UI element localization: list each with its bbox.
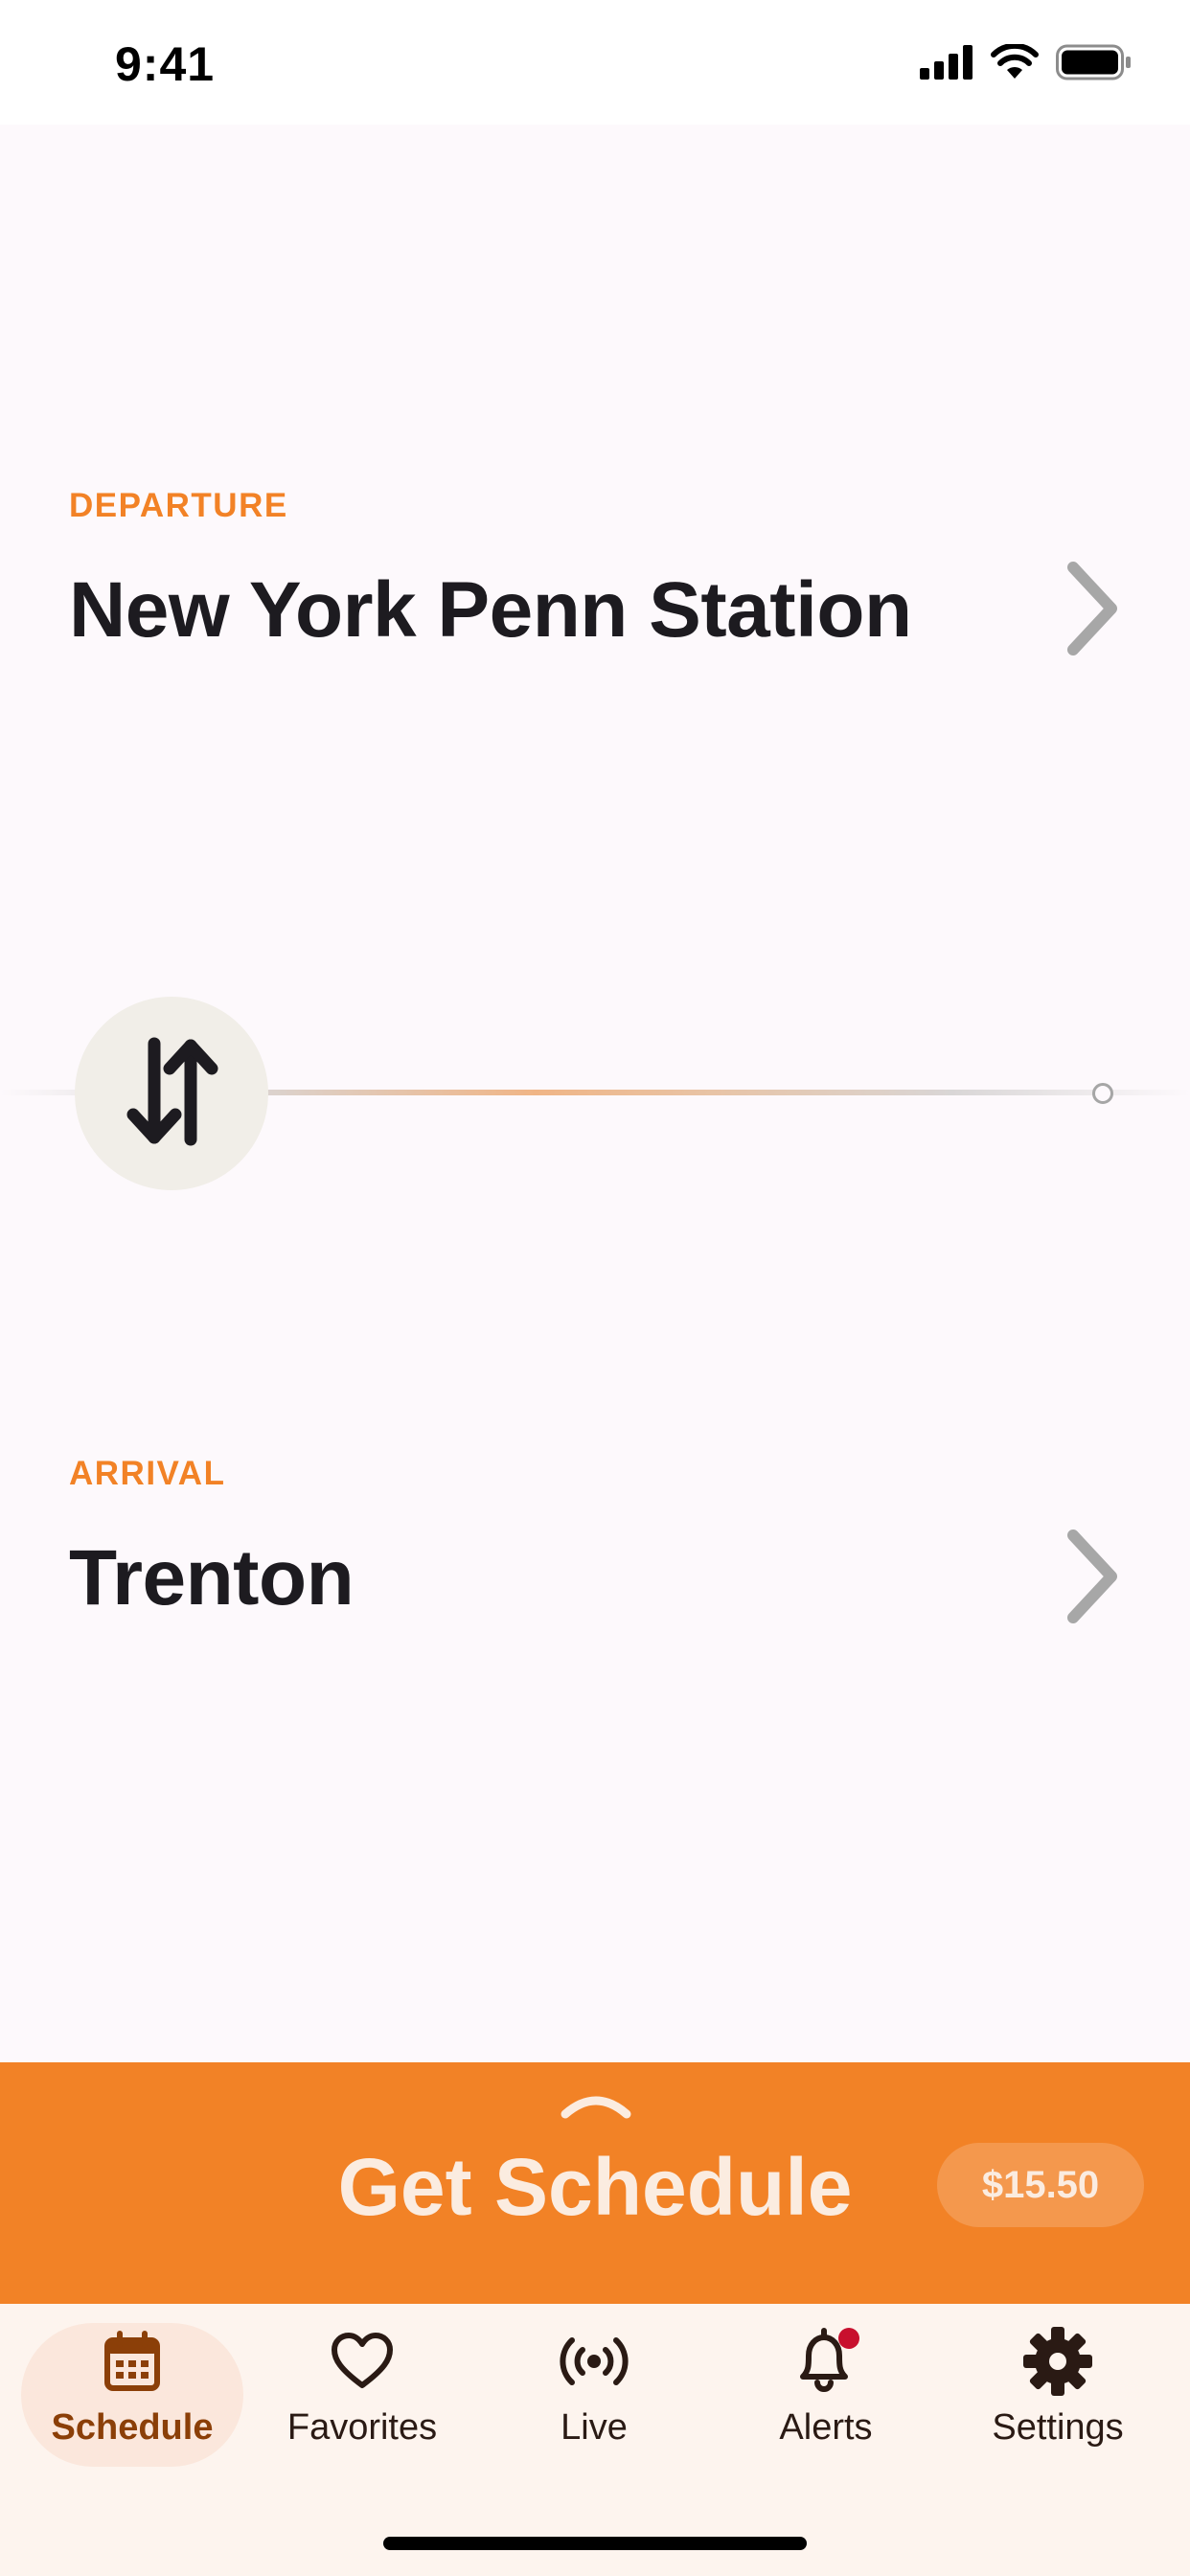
gear-icon [1021, 2323, 1094, 2400]
tab-settings-label: Settings [992, 2407, 1124, 2448]
tab-live-label: Live [561, 2407, 628, 2448]
tab-schedule[interactable]: Schedule [17, 2323, 247, 2467]
tab-settings[interactable]: Settings [943, 2323, 1173, 2467]
swap-stations-button[interactable] [75, 997, 268, 1190]
fare-price-badge: $15.50 [937, 2143, 1144, 2227]
tab-favorites[interactable]: Favorites [247, 2323, 477, 2467]
cellular-signal-icon [920, 45, 973, 84]
tab-favorites-label: Favorites [286, 2407, 438, 2448]
status-icons [920, 42, 1133, 85]
calendar-icon [103, 2323, 161, 2400]
departure-station[interactable]: New York Penn Station [69, 565, 912, 656]
tab-alerts[interactable]: Alerts [711, 2323, 941, 2467]
departure-label: DEPARTURE [69, 487, 288, 524]
battery-icon [1056, 44, 1133, 85]
arrival-label: ARRIVAL [69, 1455, 226, 1492]
departure-chevron-right-icon[interactable] [1054, 556, 1131, 661]
tab-live[interactable]: Live [479, 2323, 709, 2467]
alert-badge-dot [838, 2328, 859, 2349]
get-schedule-panel[interactable]: Get Schedule $15.50 [0, 2062, 1190, 2304]
route-end-dot [1092, 1083, 1113, 1104]
tab-schedule-label: Schedule [51, 2407, 214, 2448]
wifi-icon [991, 42, 1039, 85]
tab-bar: Schedule Favorites Live Alerts Settings [0, 2304, 1190, 2576]
status-bar: 9:41 [0, 0, 1190, 125]
tab-alerts-label: Alerts [779, 2407, 873, 2448]
chevron-up-icon[interactable] [560, 2091, 632, 2125]
bell-icon [790, 2323, 862, 2400]
broadcast-icon [559, 2323, 629, 2400]
heart-icon [331, 2323, 394, 2400]
arrival-station[interactable]: Trenton [69, 1533, 355, 1623]
status-time: 9:41 [115, 37, 216, 91]
swap-vertical-icon [124, 1034, 219, 1154]
home-indicator[interactable] [383, 2537, 807, 2550]
arrival-chevron-right-icon[interactable] [1054, 1524, 1131, 1629]
